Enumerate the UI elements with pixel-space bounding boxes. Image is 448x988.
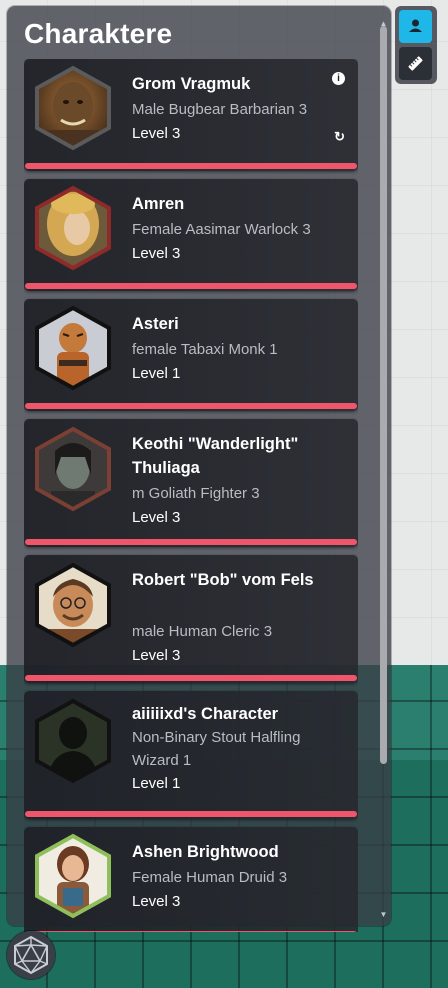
character-card[interactable]: aiiiiixd's Character Non-Binary Stout Ha… — [24, 691, 358, 819]
panel-title: Charaktere — [24, 18, 173, 49]
character-card[interactable]: Robert "Bob" vom Fels male Human Cleric … — [24, 555, 358, 683]
character-name: Ashen Brightwood — [132, 843, 279, 861]
character-name: Asteri — [132, 315, 179, 333]
right-toolbar — [395, 6, 437, 84]
character-level: Level 3 — [132, 647, 181, 664]
character-description: Female Aasimar Warlock 3 — [132, 221, 311, 238]
character-card[interactable]: Ashen Brightwood Female Human Druid 3 Le… — [24, 827, 358, 932]
avatar — [33, 697, 113, 785]
character-level: Level 3 — [132, 509, 181, 526]
health-bar — [25, 675, 357, 681]
character-level: Level 3 — [132, 245, 181, 262]
info-icon[interactable]: i — [332, 72, 345, 85]
character-name: Robert "Bob" vom Fels — [132, 571, 314, 589]
character-list: Grom Vragmuk Male Bugbear Barbarian 3 Le… — [24, 59, 358, 932]
avatar — [33, 425, 113, 513]
character-name: aiiiiixd's Character — [132, 705, 279, 723]
avatar — [33, 64, 113, 152]
avatar — [33, 304, 113, 392]
d20-icon — [14, 935, 48, 975]
ruler-icon — [408, 56, 423, 71]
health-bar — [25, 163, 357, 169]
avatar — [33, 561, 113, 649]
characters-toggle-button[interactable] — [399, 10, 432, 43]
character-card[interactable]: Amren Female Aasimar Warlock 3 Level 3 — [24, 179, 358, 291]
character-description: Male Bugbear Barbarian 3 — [132, 101, 308, 118]
character-card[interactable]: Asteri female Tabaxi Monk 1 Level 1 — [24, 299, 358, 411]
character-level: Level 1 — [132, 775, 181, 792]
character-name: Amren — [132, 195, 185, 213]
character-description: male Human Cleric 3 — [132, 623, 273, 640]
character-name: Keothi "Wanderlight" — [132, 435, 299, 453]
character-level: Level 1 — [132, 365, 181, 382]
characters-panel: Charaktere ▲ ▼ Grom Vragmuk Male Bugbear… — [7, 6, 391, 932]
ruler-tool-button[interactable] — [399, 47, 432, 80]
person-icon — [409, 19, 422, 32]
scroll-down-arrow[interactable]: ▼ — [379, 911, 388, 919]
character-description-line2: Wizard 1 — [132, 752, 192, 769]
character-level: Level 3 — [132, 125, 181, 142]
health-bar — [25, 539, 357, 545]
character-level: Level 3 — [132, 893, 181, 910]
avatar — [33, 832, 113, 920]
character-name: Grom Vragmuk — [132, 75, 251, 93]
health-bar — [25, 283, 357, 289]
health-bar — [25, 811, 357, 817]
scrollbar-thumb[interactable] — [380, 26, 387, 764]
character-card[interactable]: Keothi "Wanderlight" Thuliaga m Goliath … — [24, 419, 358, 547]
character-description: Non-Binary Stout Halfling — [132, 729, 301, 746]
character-card[interactable]: Grom Vragmuk Male Bugbear Barbarian 3 Le… — [24, 59, 358, 171]
health-bar — [25, 403, 357, 409]
character-description: m Goliath Fighter 3 — [132, 485, 260, 502]
character-name-line2: Thuliaga — [132, 459, 200, 477]
avatar — [33, 184, 113, 272]
character-description: female Tabaxi Monk 1 — [132, 341, 278, 358]
character-description: Female Human Druid 3 — [132, 869, 288, 886]
refresh-icon[interactable]: ↻ — [334, 130, 345, 144]
health-bar — [25, 931, 357, 932]
dice-roller-button[interactable] — [7, 931, 55, 979]
